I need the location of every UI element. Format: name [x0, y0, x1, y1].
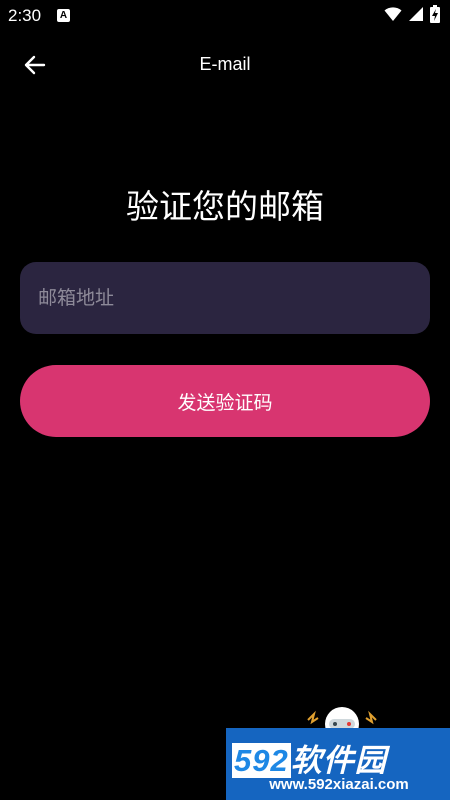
battery-charging-icon: [430, 5, 440, 27]
watermark-logo: 592软件园: [232, 735, 387, 780]
watermark-url: www.592xiazai.com: [269, 776, 409, 793]
watermark-logo-number: 592: [232, 743, 291, 778]
status-icons: [384, 5, 440, 27]
send-code-button[interactable]: 发送验证码: [20, 365, 430, 437]
notification-a-icon: A: [57, 9, 70, 22]
page-title: E-mail: [199, 54, 251, 74]
verify-email-heading: 验证您的邮箱: [126, 187, 324, 226]
watermark-logo-text: 软件园: [290, 743, 387, 778]
app-bar: E-mail: [0, 40, 450, 90]
signal-icon: [408, 6, 424, 26]
email-field[interactable]: [20, 262, 430, 334]
status-bar: 2:30 A: [0, 0, 450, 32]
wifi-icon: [384, 6, 402, 26]
status-time: 2:30: [8, 6, 42, 25]
